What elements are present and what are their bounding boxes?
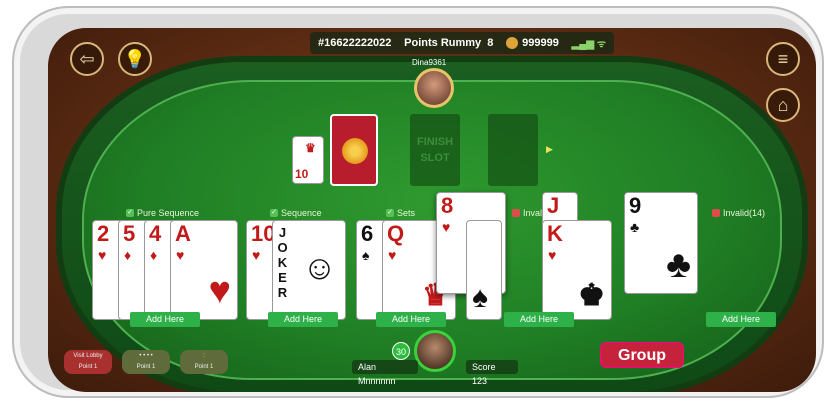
arrow-icon: ▶ xyxy=(546,144,553,154)
opponent-avatar xyxy=(414,68,454,108)
invalid-icon xyxy=(512,209,520,217)
hand-card[interactable]: 9 ♣ ♣ xyxy=(624,192,698,294)
flower-emblem-icon xyxy=(340,136,370,166)
signal-icon: ▂▄▆ ᯤ xyxy=(571,39,606,50)
jester-icon: ☺ xyxy=(302,249,337,287)
lobby-pill[interactable]: Visit Lobby Point 1 xyxy=(64,350,112,374)
chip-balance: 999999 xyxy=(506,37,559,50)
phone-frame: #16622222022 Points Rummy 8 999999 ▂▄▆ ᯤ… xyxy=(12,6,824,398)
game-type: Points Rummy 8 xyxy=(404,37,494,49)
joker-card[interactable]: JOKER ☺ xyxy=(272,220,346,320)
finish-slot[interactable]: FINISH SLOT xyxy=(410,114,460,186)
discard-slot[interactable] xyxy=(488,114,538,186)
top-status-bar: #16622222022 Points Rummy 8 999999 ▂▄▆ ᯤ xyxy=(310,32,614,54)
check-icon: ✓ xyxy=(386,209,394,217)
closed-deck[interactable] xyxy=(330,114,378,186)
open-card[interactable]: 10 ♛ xyxy=(292,136,324,184)
king-face-icon: ♚ xyxy=(578,279,605,312)
table-id: #16622222022 xyxy=(318,37,392,49)
add-here-button[interactable]: Add Here xyxy=(268,312,338,327)
add-here-button[interactable]: Add Here xyxy=(376,312,446,327)
point-pill[interactable]: • • • • Point 1 xyxy=(122,350,170,374)
game-screen: #16622222022 Points Rummy 8 999999 ▂▄▆ ᯤ… xyxy=(48,28,816,392)
hand-card[interactable]: K ♥ ♚ xyxy=(542,220,612,320)
group-button[interactable]: Group xyxy=(600,342,684,368)
group-label: ✓ Sets xyxy=(386,208,416,218)
hand-card[interactable]: A ♥ ♥ xyxy=(170,220,238,320)
hint-bulb-icon[interactable]: 💡 xyxy=(118,42,152,76)
invalid-icon xyxy=(712,209,720,217)
add-here-button[interactable]: Add Here xyxy=(130,312,200,327)
turn-timer: 30 xyxy=(392,342,410,360)
player-name: Alan Mnnnnnn xyxy=(352,360,418,386)
point-pill[interactable]: : Point 1 xyxy=(180,350,228,374)
player-score: Score 123 xyxy=(466,360,518,386)
menu-icon[interactable]: ≡ xyxy=(766,42,800,76)
add-here-button[interactable]: Add Here xyxy=(706,312,776,327)
group-label: ✓ Pure Sequence xyxy=(126,208,200,218)
group-label: ✓ Sequence xyxy=(270,208,322,218)
home-icon[interactable]: ⌂ xyxy=(766,88,800,122)
player-avatar xyxy=(414,330,456,372)
exit-icon[interactable]: ⇦ xyxy=(70,42,104,76)
add-here-button[interactable]: Add Here xyxy=(504,312,574,327)
opponent-name: Dina9361 xyxy=(412,58,447,67)
joker-mark-icon: ♛ xyxy=(305,141,316,155)
check-icon: ✓ xyxy=(126,209,134,217)
group-label: Invalid(14) xyxy=(712,208,765,218)
check-icon: ✓ xyxy=(270,209,278,217)
hand-card[interactable]: ♠ xyxy=(466,220,502,320)
coin-icon xyxy=(506,37,519,50)
